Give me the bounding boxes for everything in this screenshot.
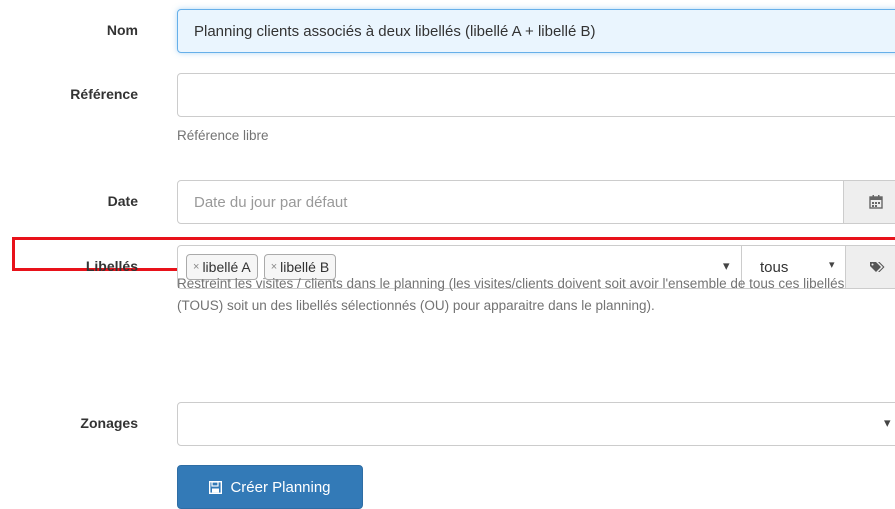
reference-input[interactable] [177, 73, 895, 117]
nom-input[interactable]: Planning clients associés à deux libellé… [177, 9, 895, 53]
create-planning-button[interactable]: Créer Planning [177, 465, 363, 509]
chevron-down-icon: ▾ [829, 259, 835, 271]
chevron-down-icon: ▾ [884, 415, 891, 430]
tag-remove-icon[interactable]: × [193, 261, 199, 273]
create-planning-label: Créer Planning [230, 478, 331, 496]
tags-icon [869, 262, 884, 272]
libelles-help: Restreint les visites / clients dans le … [177, 276, 845, 313]
calendar-icon [868, 195, 883, 209]
reference-label: Référence [70, 86, 138, 102]
libelles-label: Libellés [85, 258, 138, 274]
date-label: Date [107, 193, 138, 209]
tag-remove-icon[interactable]: × [271, 261, 277, 273]
zonages-label: Zonages [80, 415, 138, 431]
nom-value: Planning clients associés à deux libellé… [194, 22, 596, 40]
zonages-select[interactable]: ▾ [177, 402, 895, 446]
chevron-down-icon[interactable]: ▾ [723, 258, 730, 274]
nom-label: Nom [106, 22, 138, 38]
save-icon [209, 480, 223, 494]
date-addon[interactable] [843, 181, 895, 223]
date-placeholder: Date du jour par défaut [194, 193, 348, 211]
reference-help: Référence libre [177, 128, 269, 143]
date-input[interactable]: Date du jour par défaut [177, 180, 895, 224]
